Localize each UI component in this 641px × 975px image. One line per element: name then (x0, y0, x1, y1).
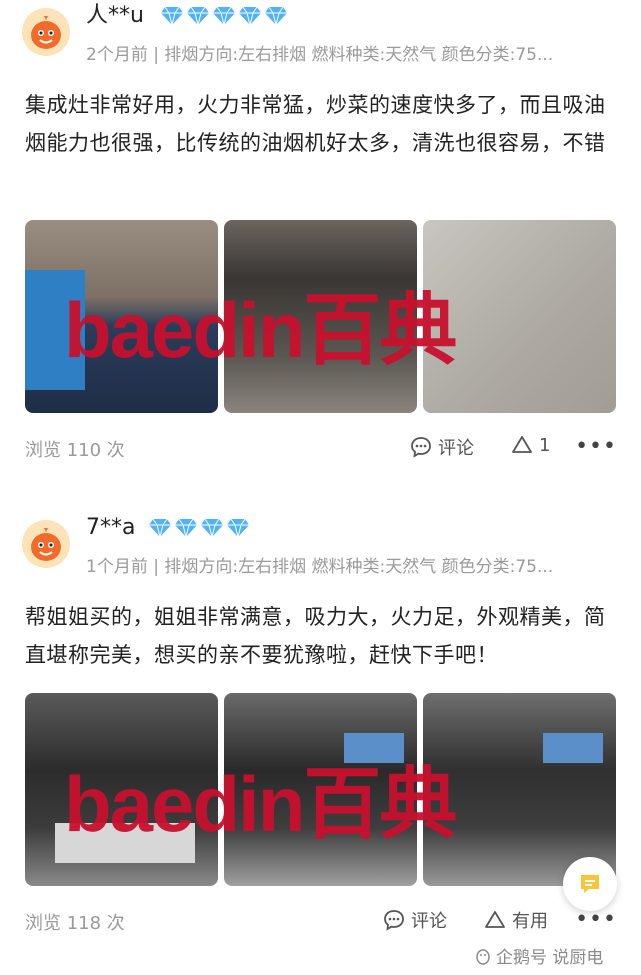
more-options-button[interactable]: ••• (575, 907, 617, 932)
useful-label: 有用 (512, 911, 548, 932)
review-text: 帮姐姐买的，姐姐非常满意，吸力大，火力足，外观精美，简直堪称完美，想买的亲不要犹… (25, 605, 606, 667)
brand-label: 企鹅号 说厨电 (496, 948, 604, 968)
review-footer: 浏览 118 次 评论 有用 ••• (25, 907, 617, 937)
like-count: 1 (539, 434, 551, 456)
triangle-up-icon (512, 436, 532, 453)
member-level-gems (160, 6, 288, 26)
diamond-icon (161, 6, 183, 26)
diamond-icon (175, 518, 197, 538)
comment-label: 评论 (411, 911, 447, 932)
diamond-icon (239, 6, 261, 26)
triangle-up-icon (485, 911, 505, 928)
user-avatar[interactable] (22, 520, 70, 568)
user-avatar[interactable] (22, 8, 70, 56)
diamond-icon (201, 518, 223, 538)
username[interactable]: 人**u (86, 2, 144, 30)
penguin-icon (476, 948, 490, 965)
member-level-gems (148, 518, 250, 538)
view-count: 浏览 118 次 (25, 913, 125, 934)
floating-action-button[interactable] (563, 857, 617, 911)
view-count: 浏览 110 次 (25, 440, 125, 461)
comment-button[interactable]: 评论 (410, 434, 474, 460)
useful-button[interactable]: 有用 (484, 907, 548, 933)
review-meta: 2个月前 | 排烟方向:左右排烟 燃料种类:天然气 颜色分类:75... (86, 45, 554, 65)
chat-bubble-icon (581, 875, 599, 893)
comment-label: 评论 (438, 438, 474, 459)
like-button[interactable]: 1 (511, 434, 550, 456)
source-brand: 企鹅号 说厨电 (474, 943, 603, 968)
diamond-icon (265, 6, 287, 26)
comment-icon (384, 910, 404, 931)
review-meta: 1个月前 | 排烟方向:左右排烟 燃料种类:天然气 颜色分类:75... (86, 557, 554, 577)
watermark: baedin百典 (64, 760, 457, 848)
diamond-icon (149, 518, 171, 538)
diamond-icon (213, 6, 235, 26)
diamond-icon (187, 6, 209, 26)
review-footer: 浏览 110 次 评论 1 ••• (25, 434, 617, 464)
watermark: baedin百典 (64, 286, 457, 374)
more-options-button[interactable]: ••• (575, 434, 617, 459)
review-text: 集成灶非常好用，火力非常猛，炒菜的速度快多了，而且吸油烟能力也很强，比传统的油烟… (25, 93, 606, 155)
comment-icon (411, 437, 431, 458)
username[interactable]: 7**a (86, 514, 135, 542)
comment-button[interactable]: 评论 (383, 907, 447, 933)
diamond-icon (227, 518, 249, 538)
